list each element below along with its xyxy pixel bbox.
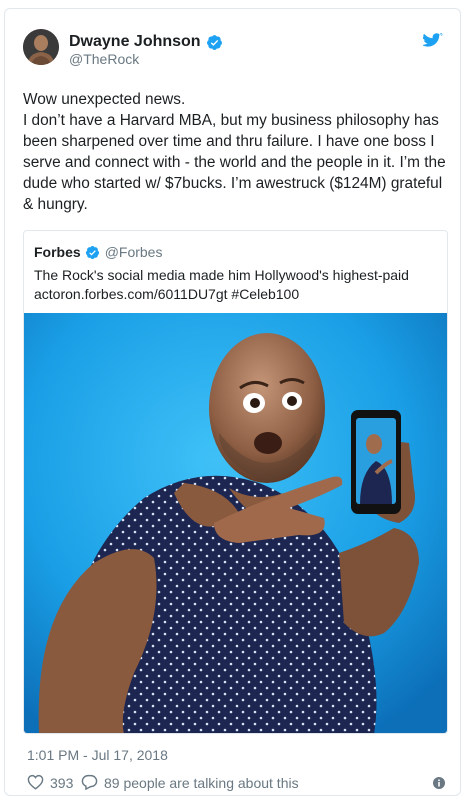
embedded-tweet-card: Dwayne Johnson @TheRock Wow unexpected n… xyxy=(4,8,461,796)
heart-icon[interactable] xyxy=(27,774,44,790)
reply-icon[interactable] xyxy=(81,774,98,790)
quoted-tweet-text: The Rock's social media made him Hollywo… xyxy=(34,267,409,302)
tweet-actions: 393 89 people are talking about this xyxy=(27,773,447,793)
verified-badge-icon xyxy=(206,34,222,50)
author-handle[interactable]: @TheRock xyxy=(69,51,139,67)
author-name-row: Dwayne Johnson xyxy=(69,32,223,52)
talking-about-link[interactable]: 89 people are talking about this xyxy=(104,775,299,791)
quoted-tweet-header: Forbes @Forbes xyxy=(34,242,162,262)
tweet-timestamp[interactable]: 1:01 PM - Jul 17, 2018 xyxy=(27,747,168,763)
quoted-tweet[interactable]: Forbes @Forbes The Rock's social media m… xyxy=(23,230,448,734)
tweet-text: Wow unexpected news. I don’t have a Harv… xyxy=(23,91,446,213)
tweet-header: Dwayne Johnson @TheRock xyxy=(23,29,443,71)
twitter-bird-icon[interactable] xyxy=(423,33,443,50)
author-avatar[interactable] xyxy=(23,29,59,65)
verified-badge-icon xyxy=(85,245,99,259)
like-count[interactable]: 393 xyxy=(50,775,73,791)
quoted-author-name[interactable]: Forbes xyxy=(34,244,81,260)
author-name[interactable]: Dwayne Johnson xyxy=(69,33,201,51)
quoted-author-handle[interactable]: @Forbes xyxy=(105,244,163,260)
quoted-tweet-photo[interactable] xyxy=(24,313,447,733)
info-icon[interactable] xyxy=(433,777,445,789)
